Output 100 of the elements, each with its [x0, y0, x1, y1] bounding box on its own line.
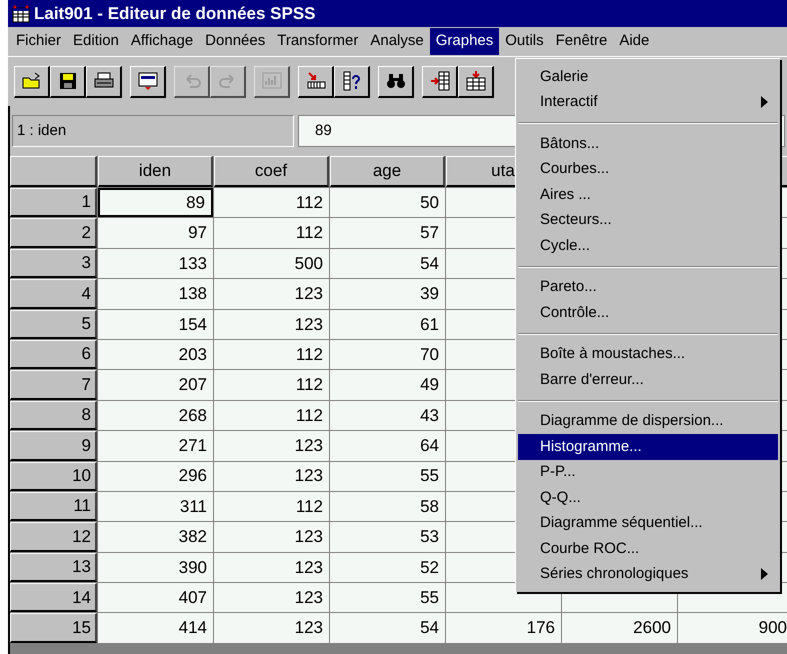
column-header[interactable]: iden	[98, 156, 213, 187]
table-cell: 112	[214, 340, 329, 370]
table-cell: 500	[214, 248, 329, 278]
table-cell: 112	[214, 400, 329, 430]
toolbar-button[interactable]	[298, 66, 334, 98]
table-cell: 58	[330, 492, 445, 522]
menu-item[interactable]: Fichier	[10, 28, 68, 55]
row-header[interactable]: 2	[10, 218, 97, 248]
toolbar-button[interactable]	[130, 66, 166, 98]
menu-item[interactable]: Affichage	[124, 28, 200, 55]
menu-option[interactable]: Boîte à moustaches...	[518, 342, 778, 367]
table-cell: 49	[330, 370, 445, 400]
menu-option[interactable]: Q-Q...	[518, 485, 778, 510]
menu-option-label: Contrôle...	[540, 302, 610, 322]
cell-reference-field: 1 : iden	[12, 115, 294, 147]
table-cell: 133	[98, 248, 213, 278]
menu-item[interactable]: Outils	[499, 28, 550, 55]
menu-option-label: Aires ...	[540, 184, 591, 204]
menu-option-label: Séries chronologiques	[540, 564, 688, 584]
submenu-arrow-icon	[761, 568, 768, 580]
menu-option-label: Galerie	[540, 66, 588, 86]
row-header[interactable]: 8	[10, 400, 97, 430]
toolbar-button[interactable]	[50, 66, 86, 98]
menu-option[interactable]: Barre d'erreur...	[518, 367, 778, 392]
menu-option[interactable]: Séries chronologiques	[518, 562, 778, 587]
menu-option-label: Barre d'erreur...	[540, 370, 644, 390]
menu-option-label: Diagramme de dispersion...	[540, 411, 724, 431]
menu-option[interactable]: Pareto...	[518, 274, 778, 300]
table-cell: 2600	[562, 613, 677, 643]
menu-option-label: Histogramme...	[540, 436, 642, 456]
toolbar-button[interactable]	[378, 66, 414, 98]
table-cell: 900	[678, 613, 787, 643]
menu-option-label: Bâtons...	[540, 134, 600, 154]
row-header[interactable]: 14	[10, 583, 97, 612]
menu-option-label: Interactif	[540, 92, 598, 112]
toolbar-button[interactable]	[86, 66, 122, 98]
table-cell: 176	[446, 613, 561, 643]
row-header[interactable]: 5	[10, 310, 97, 339]
table-cell: 64	[330, 431, 445, 461]
row-header[interactable]: 10	[10, 462, 97, 491]
row-header[interactable]: 4	[10, 279, 97, 309]
row-header[interactable]: 12	[10, 522, 97, 552]
table-cell: 112	[214, 370, 329, 400]
menu-option[interactable]: Courbe ROC...	[518, 536, 778, 562]
menu-option[interactable]: Histogramme...	[518, 434, 778, 460]
menu-option-label: P-P...	[540, 462, 576, 482]
table-cell: 39	[330, 279, 445, 309]
table-cell: 390	[98, 552, 213, 582]
menu-option[interactable]: Bâtons...	[518, 131, 778, 156]
row-header[interactable]: 1	[10, 188, 97, 218]
table-cell: 112	[214, 188, 329, 218]
table-cell: 123	[214, 613, 329, 643]
menu-option[interactable]: Contrôle...	[518, 300, 778, 326]
table-cell: 407	[98, 583, 213, 612]
menu-option[interactable]: Secteurs...	[518, 208, 778, 233]
table-cell: 414	[98, 613, 213, 643]
menu-item[interactable]: Fenêtre	[550, 28, 614, 55]
table-cell: 61	[330, 310, 445, 339]
table-cell: 382	[98, 522, 213, 552]
menu-item[interactable]: Analyse	[364, 28, 430, 55]
menu-item[interactable]: Données	[199, 28, 272, 55]
table-cell: 123	[214, 583, 329, 612]
column-header[interactable]: age	[330, 156, 445, 187]
menu-item[interactable]: Aide	[613, 28, 656, 55]
table-cell: 55	[330, 462, 445, 491]
row-header[interactable]: 13	[10, 552, 97, 582]
menu-option[interactable]: Diagramme séquentiel...	[518, 510, 778, 536]
row-header[interactable]: 7	[10, 370, 97, 400]
menu-option-label: Pareto...	[540, 277, 597, 297]
table-cell: 54	[330, 248, 445, 278]
toolbar-button[interactable]	[14, 66, 50, 98]
spreadsheet-icon	[12, 4, 30, 22]
corner-header[interactable]	[10, 156, 97, 187]
row-header[interactable]: 6	[10, 340, 97, 370]
menu-option[interactable]: Interactif	[518, 90, 778, 115]
table-cell: 112	[214, 218, 329, 248]
table-cell: 70	[330, 340, 445, 370]
row-header[interactable]: 11	[10, 492, 97, 522]
row-header[interactable]: 3	[10, 248, 97, 278]
table-cell: 311	[98, 492, 213, 522]
table-cell: 123	[214, 522, 329, 552]
menu-option[interactable]: P-P...	[518, 460, 778, 485]
question-grid-icon	[340, 70, 362, 92]
toolbar-button[interactable]	[422, 66, 458, 98]
submenu-arrow-icon	[761, 96, 768, 108]
menu-option[interactable]: Diagramme de dispersion...	[518, 408, 778, 434]
menu-item[interactable]: Transformer	[271, 28, 364, 55]
row-header[interactable]: 15	[10, 613, 97, 643]
column-header[interactable]: coef	[214, 156, 329, 187]
insert-row-icon	[464, 70, 486, 92]
menu-item[interactable]: Graphes	[430, 28, 500, 55]
menu-option[interactable]: Galerie	[518, 64, 778, 90]
menu-option[interactable]: Cycle...	[518, 233, 778, 258]
row-header[interactable]: 9	[10, 431, 97, 461]
table-cell: 268	[98, 400, 213, 430]
toolbar-button[interactable]	[458, 66, 494, 98]
toolbar-button[interactable]	[334, 66, 370, 98]
menu-item[interactable]: Edition	[67, 28, 125, 55]
menu-option-label: Q-Q...	[540, 488, 581, 508]
table-cell: 43	[330, 400, 445, 430]
